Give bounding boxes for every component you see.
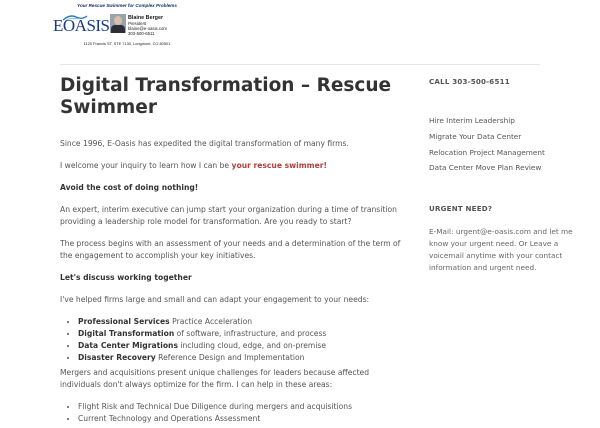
sidebar-links: Hire Interim Leadership Migrate Your Dat… <box>429 113 574 176</box>
list-item: Digital Transformation of software, infr… <box>78 328 402 340</box>
tagline: Your Rescue Swimmer for Complex Problems <box>77 3 177 8</box>
call-heading: CALL 303-500-6511 <box>429 77 510 86</box>
sidebar-item: Migrate Your Data Center <box>429 129 574 145</box>
address: 1120 Francis ST, STE 7130, Longmont, CO … <box>83 41 171 46</box>
sidebar: CALL 303-500-6511 Hire Interim Leadershi… <box>429 77 574 274</box>
inquiry-paragraph: I welcome your inquiry to learn how I ca… <box>60 160 402 172</box>
discuss-heading: Let's discuss working together <box>60 273 192 282</box>
mergers-paragraph: Mergers and acquisitions present unique … <box>60 368 370 389</box>
list-item: Disaster Recovery Reference Design and I… <box>78 352 402 364</box>
sidebar-item: Relocation Project Management <box>429 145 574 161</box>
firms-paragraph: I've helped firms large and small and ca… <box>60 295 370 304</box>
urgent-heading: URGENT NEED? <box>429 204 493 214</box>
intro-paragraph: Since 1996, E-Oasis has expedited the di… <box>60 139 349 148</box>
service-name: Data Center Migrations <box>78 341 178 350</box>
logo: EOASIS <box>53 16 110 35</box>
sidebar-link-migrate-data-center[interactable]: Migrate Your Data Center <box>429 132 521 141</box>
ma-list: Flight Risk and Technical Due Diligence … <box>60 401 402 425</box>
sidebar-link-hire-interim-leadership[interactable]: Hire Interim Leadership <box>429 116 515 125</box>
header-divider <box>60 64 540 65</box>
page-title: Digital Transformation – Rescue Swimmer <box>60 75 392 118</box>
services-list: Professional Services Practice Accelerat… <box>60 316 402 364</box>
service-desc: of software, infrastructure, and process <box>174 329 327 338</box>
contact-phone: 303-500-6511 <box>128 31 155 37</box>
service-desc: Practice Acceleration <box>169 317 253 326</box>
main-content: Digital Transformation – Rescue Swimmer … <box>60 75 402 428</box>
process-paragraph: The process begins with an assessment of… <box>60 239 401 260</box>
avoid-cost-heading: Avoid the cost of doing nothing! <box>60 183 199 192</box>
sidebar-link-relocation-project-management[interactable]: Relocation Project Management <box>429 148 545 157</box>
expert-paragraph: An expert, interim executive can jump st… <box>60 205 397 226</box>
president-photo <box>110 14 126 33</box>
rescue-swimmer-link[interactable]: your rescue swimmer! <box>232 161 327 170</box>
service-name: Digital Transformation <box>78 329 175 338</box>
header-banner[interactable]: Your Rescue Swimmer for Complex Problems… <box>52 3 202 49</box>
list-item: Flight Risk and Technical Due Diligence … <box>78 401 402 413</box>
service-name: Disaster Recovery <box>78 353 156 362</box>
service-desc: Reference Design and Implementation <box>155 353 305 362</box>
urgent-text: E-Mail: urgent@e-oasis.com and let me kn… <box>429 227 573 273</box>
contact-card: Blaine Berger President blaine@e-oasis.c… <box>128 15 167 36</box>
inquiry-text: I welcome your inquiry to learn how I ca… <box>60 161 232 170</box>
sidebar-item: Hire Interim Leadership <box>429 113 574 129</box>
sidebar-link-move-plan-review[interactable]: Data Center Move Plan Review <box>429 163 541 172</box>
service-desc: including cloud, edge, and on-premise <box>177 341 327 350</box>
service-name: Professional Services <box>78 317 170 326</box>
list-item: Current Technology and Operations Assess… <box>78 413 402 425</box>
list-item: Data Center Migrations including cloud, … <box>78 340 402 352</box>
list-item: Professional Services Practice Accelerat… <box>78 316 402 328</box>
sidebar-item: Data Center Move Plan Review <box>429 160 574 176</box>
